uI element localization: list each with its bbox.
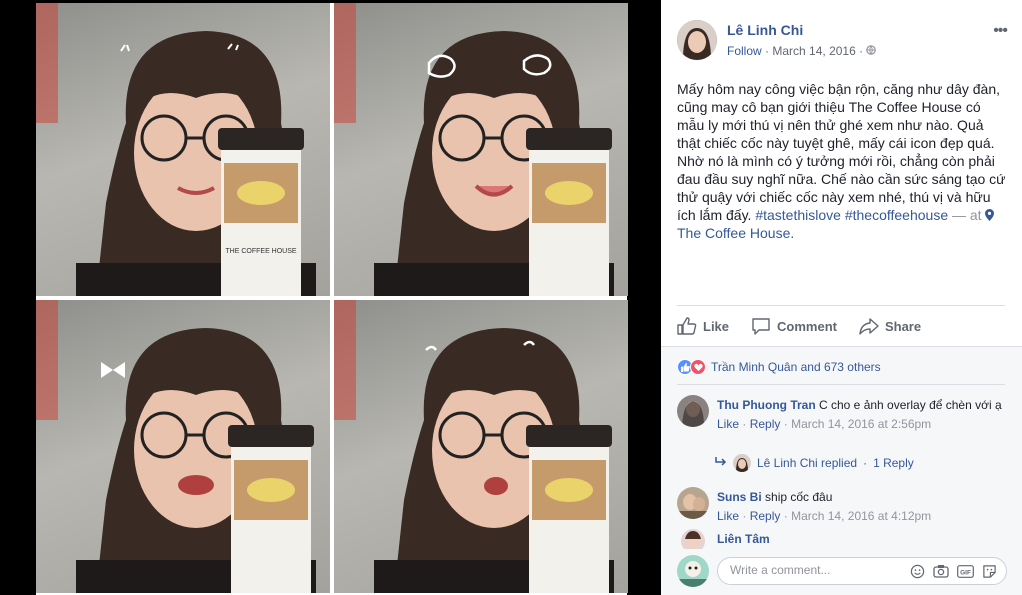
post-actions: Like Comment Share (677, 314, 1005, 338)
comment-actions: Like · Reply · March 14, 2016 at 4:12pm (717, 508, 1007, 524)
comment-body: Suns Bi ship cốc đâu Like · Reply · Marc… (717, 489, 1007, 524)
selfie-illustration: THE COFFEE HOUSE (36, 3, 316, 296)
comment-box-tools: GIF (908, 563, 998, 579)
selfie-illustration (36, 300, 316, 593)
comment-button[interactable]: Comment (751, 314, 837, 338)
post-date[interactable]: March 14, 2016 (772, 44, 855, 58)
sticker-icon[interactable] (980, 563, 998, 579)
post-meta: Follow · March 14, 2016 · (727, 44, 877, 58)
gif-icon[interactable]: GIF (956, 563, 974, 579)
post-body: Mấy hôm nay công việc bận rộn, căng như … (677, 81, 1006, 223)
camera-icon[interactable] (932, 563, 950, 579)
reply-count: 1 Reply (873, 456, 914, 470)
comment-time[interactable]: March 14, 2016 at 4:12pm (791, 509, 931, 523)
photo-bottom-left[interactable] (36, 300, 330, 593)
comment-time[interactable]: March 14, 2016 at 2:56pm (791, 417, 931, 431)
meta-separator: · (765, 44, 770, 58)
comment-item: Liên Tâm (677, 529, 1007, 549)
emoji-icon[interactable] (908, 563, 926, 579)
selfie-illustration (334, 300, 614, 593)
commenter-avatar[interactable] (681, 529, 705, 549)
author-avatar[interactable] (677, 20, 717, 60)
commenter-name[interactable]: Liên Tâm (717, 532, 770, 546)
meta-separator: · (863, 456, 868, 470)
like-label: Like (703, 318, 730, 334)
commenter-name[interactable]: Thu Phuong Tran (717, 398, 816, 412)
comment-text: ship cốc đâu (765, 490, 833, 504)
comment-body: Thu Phuong Tran C cho e ảnh overlay để c… (717, 397, 1007, 432)
place-link[interactable]: The Coffee House. (677, 225, 794, 241)
reply-summary-text: Lê Linh Chi replied (757, 456, 858, 470)
post-text: Mấy hôm nay công việc bận rộn, căng như … (677, 80, 1007, 242)
commenter-avatar[interactable] (677, 395, 709, 427)
like-button[interactable]: Like (677, 314, 729, 338)
globe-icon (866, 44, 877, 58)
commenter-avatar[interactable] (677, 487, 709, 519)
photo-collage[interactable]: THE COFFEE HOUSE (36, 3, 628, 595)
reactions-summary[interactable]: Trần Minh Quân and 673 others (677, 358, 881, 376)
thumbs-up-icon (677, 317, 697, 335)
meta-separator: · (742, 417, 747, 431)
photo-top-left[interactable]: THE COFFEE HOUSE (36, 3, 330, 296)
comment-like-link[interactable]: Like (717, 509, 739, 523)
reactions-text: Trần Minh Quân and 673 others (711, 360, 881, 374)
at-prefix: — at (952, 207, 982, 223)
svg-text:GIF: GIF (960, 569, 971, 576)
photo-viewer: THE COFFEE HOUSE (0, 0, 660, 595)
divider (677, 384, 1005, 385)
comment-input[interactable] (730, 563, 900, 577)
comment-body: Liên Tâm (717, 531, 1007, 547)
replier-avatar (733, 454, 751, 472)
comment-bubble-icon (752, 318, 770, 335)
reply-arrow-icon (715, 456, 727, 470)
love-reaction-icon (690, 359, 706, 375)
comment-like-link[interactable]: Like (717, 417, 739, 431)
comment-box: GIF (717, 557, 1007, 585)
comment-text: C cho e ảnh overlay để chèn với ạ (819, 398, 1002, 412)
comment-reply-link[interactable]: Reply (750, 417, 781, 431)
hashtag-thecoffeehouse[interactable]: #thecoffeehouse (845, 207, 948, 223)
divider (677, 305, 1005, 306)
share-label: Share (884, 318, 922, 334)
share-button[interactable]: Share (859, 314, 921, 338)
comment-actions: Like · Reply · March 14, 2016 at 2:56pm (717, 416, 1007, 432)
meta-separator: · (859, 44, 864, 58)
location-pin-icon (985, 207, 995, 221)
photo-top-right[interactable] (334, 3, 628, 296)
my-avatar (677, 555, 709, 587)
meta-separator: · (742, 509, 747, 523)
post-header: Lê Linh Chi Follow · March 14, 2016 · ••… (677, 18, 1008, 62)
share-arrow-icon (859, 318, 879, 335)
view-replies-link[interactable]: Lê Linh Chi replied · 1 Reply (715, 454, 914, 472)
hashtag-tastethislove[interactable]: #tastethislove (755, 207, 841, 223)
selfie-illustration (334, 3, 614, 296)
photo-bottom-right[interactable] (334, 300, 628, 593)
more-options-icon[interactable]: ••• (993, 22, 1008, 40)
post-panel: Lê Linh Chi Follow · March 14, 2016 · ••… (661, 0, 1022, 595)
follow-link[interactable]: Follow (727, 44, 762, 58)
write-comment-row: GIF (677, 553, 1007, 589)
author-name[interactable]: Lê Linh Chi (727, 22, 803, 38)
comment-reply-link[interactable]: Reply (750, 509, 781, 523)
meta-separator: · (783, 417, 788, 431)
svg-text:THE COFFEE HOUSE: THE COFFEE HOUSE (225, 248, 297, 255)
commenter-name[interactable]: Suns Bi (717, 490, 762, 504)
meta-separator: · (783, 509, 788, 523)
comments-section: Trần Minh Quân and 673 others Thu Phuong… (661, 346, 1022, 595)
comment-label: Comment (777, 318, 837, 334)
